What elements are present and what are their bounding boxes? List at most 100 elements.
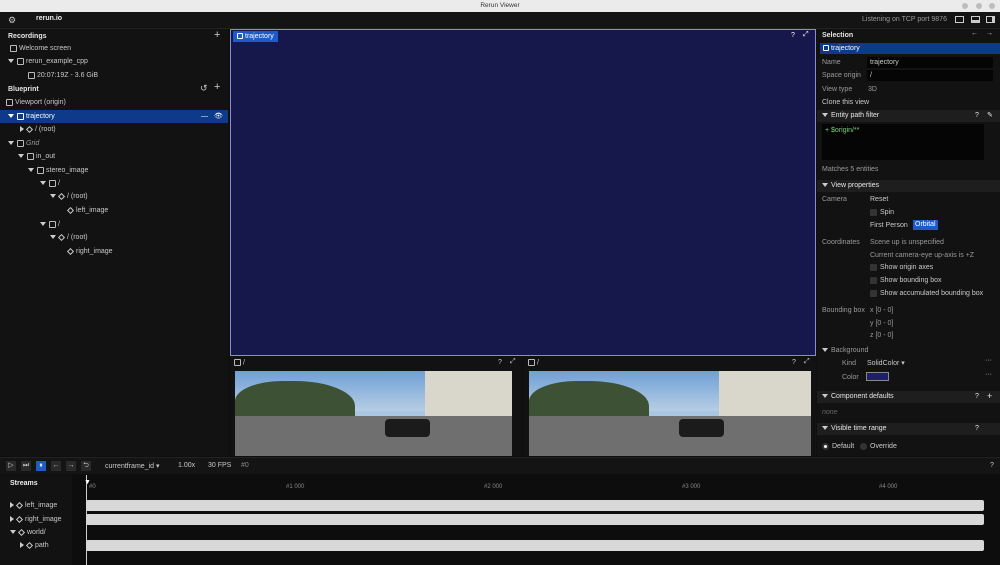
name-input[interactable]: trajectory [867, 57, 993, 68]
stream-right-image[interactable]: right_image [10, 513, 62, 526]
help-icon[interactable]: ? [498, 359, 502, 366]
viewport-item[interactable]: Viewport (origin) [6, 96, 66, 109]
chevron-down-icon[interactable] [8, 114, 14, 119]
first-person-option[interactable]: First Person [870, 219, 908, 232]
recording-app[interactable]: rerun_example_cpp [8, 55, 88, 68]
maximize-icon[interactable]: ⤢ [804, 358, 810, 366]
play-icon[interactable]: ▷ [6, 461, 16, 471]
back-arrow-icon[interactable]: ← [971, 30, 978, 37]
blueprint-item-right-image[interactable]: right_image [66, 245, 113, 258]
show-acc-bbox-toggle[interactable]: Show accumulated bounding box [870, 287, 983, 300]
maximize-button[interactable] [976, 3, 982, 9]
blueprint-item-left-image[interactable]: left_image [66, 204, 108, 217]
blueprint-item-stereo[interactable]: stereo_image [28, 164, 88, 177]
checkbox[interactable] [870, 276, 877, 284]
space-origin-input[interactable]: / [867, 70, 993, 81]
tab-trajectory[interactable]: trajectory [233, 31, 278, 42]
blueprint-item-right-root[interactable]: / (root) [50, 231, 88, 244]
chevron-down-icon[interactable] [40, 222, 46, 227]
chevron-down-icon[interactable] [50, 194, 56, 199]
chevron-down-icon[interactable] [822, 183, 828, 188]
stream-path[interactable]: path [20, 539, 49, 552]
chevron-down-icon[interactable] [28, 168, 34, 173]
show-origin-axes-toggle[interactable]: Show origin axes [870, 261, 933, 274]
loop-icon[interactable]: ⮌ [81, 461, 91, 471]
step-back-icon[interactable]: ← [51, 461, 61, 471]
app-name[interactable]: rerun.io [36, 15, 62, 22]
stream-left-image[interactable]: left_image [10, 499, 57, 512]
minimize-button[interactable] [962, 3, 968, 9]
remove-icon[interactable]: — [201, 110, 208, 123]
gear-icon[interactable]: ⚙ [8, 15, 16, 26]
entity-filter-editor[interactable]: + $origin/** [822, 124, 984, 160]
help-icon[interactable]: ? [990, 462, 994, 469]
spin-toggle[interactable]: Spin [870, 206, 894, 219]
stream-world[interactable]: world/ [10, 526, 46, 539]
stream-track-left-image[interactable] [86, 500, 984, 511]
step-next-icon[interactable]: → [66, 461, 76, 471]
background-section[interactable]: Background [822, 344, 868, 357]
add-icon[interactable]: + [214, 29, 220, 41]
edit-pencil-icon[interactable]: ✎ [987, 110, 993, 122]
right-camera-view[interactable]: / ? ⤢ [524, 357, 816, 456]
chevron-down-icon[interactable] [8, 59, 14, 64]
bottom-panel-toggle-icon[interactable] [971, 16, 980, 23]
maximize-icon[interactable]: ⤢ [510, 358, 516, 366]
chevron-down-icon[interactable] [18, 154, 24, 159]
pause-icon[interactable]: ⏸ [36, 461, 46, 471]
visibility-eye-icon[interactable]: 👁 [214, 110, 223, 123]
color-swatch[interactable] [866, 372, 889, 381]
chevron-down-icon[interactable] [10, 530, 16, 535]
show-bbox-toggle[interactable]: Show bounding box [870, 274, 942, 287]
left-panel-toggle-icon[interactable] [955, 16, 964, 23]
time-range-override-radio[interactable]: Override [860, 440, 897, 453]
forward-arrow-icon[interactable]: → [986, 30, 993, 37]
blueprint-item-trajectory[interactable]: trajectory — 👁 [0, 110, 228, 123]
checkbox[interactable] [870, 289, 877, 297]
help-icon[interactable]: ? [791, 32, 795, 39]
blueprint-item-left-root[interactable]: / (root) [50, 190, 88, 203]
right-panel-toggle-icon[interactable] [986, 16, 995, 23]
blueprint-item-left-view[interactable]: / [40, 177, 60, 190]
blueprint-item-right-view[interactable]: / [40, 218, 60, 231]
view-properties-header[interactable]: View properties [817, 180, 1000, 192]
blueprint-item-grid[interactable]: Grid [8, 137, 39, 150]
more-icon[interactable]: ··· [985, 357, 992, 364]
add-icon[interactable]: + [987, 390, 992, 402]
more-icon[interactable]: ··· [985, 371, 992, 378]
fps-value[interactable]: 30 FPS [208, 462, 231, 469]
component-defaults-header[interactable]: Component defaults ? + [817, 391, 1000, 403]
entity-filter-header[interactable]: Entity path filter ? ✎ [817, 110, 1000, 122]
chevron-down-icon[interactable] [822, 113, 828, 118]
stream-track-path[interactable] [86, 540, 984, 551]
time-range-default-radio[interactable]: Default [822, 440, 854, 453]
chevron-down-icon[interactable] [822, 348, 828, 353]
chevron-down-icon[interactable] [822, 394, 828, 399]
close-button[interactable] [989, 3, 995, 9]
tab-left-camera[interactable]: / [234, 359, 245, 366]
chevron-down-icon[interactable] [8, 141, 14, 146]
chevron-right-icon[interactable] [20, 542, 24, 549]
chevron-right-icon[interactable] [10, 516, 14, 523]
reset-camera-button[interactable]: Reset [870, 193, 888, 206]
chevron-down-icon[interactable] [822, 426, 828, 431]
blueprint-item-root[interactable]: / (root) [20, 123, 56, 136]
current-frame[interactable]: #0 [241, 462, 249, 469]
add-view-icon[interactable]: + [214, 81, 220, 93]
left-camera-view[interactable]: / ? ⤢ [230, 357, 522, 456]
view3d-panel[interactable]: trajectory ? ⤢ [230, 29, 816, 356]
checkbox[interactable] [870, 263, 877, 271]
help-icon[interactable]: ? [975, 423, 979, 435]
clone-view-button[interactable]: Clone this view [822, 96, 869, 109]
timeline-selector[interactable]: currentframe_id ▾ [105, 462, 160, 470]
help-icon[interactable]: ? [975, 110, 979, 122]
reset-icon[interactable]: ↺ [200, 83, 208, 94]
tab-right-camera[interactable]: / [528, 359, 539, 366]
kind-dropdown[interactable]: SolidColor ▾ [867, 357, 905, 370]
checkbox[interactable] [870, 208, 877, 216]
orbital-option[interactable]: Orbital [913, 220, 938, 230]
chevron-right-icon[interactable] [10, 502, 14, 509]
radio-unselected[interactable] [860, 443, 867, 450]
recording-welcome[interactable]: Welcome screen [10, 42, 71, 55]
selection-badge[interactable]: trajectory [820, 43, 1000, 54]
